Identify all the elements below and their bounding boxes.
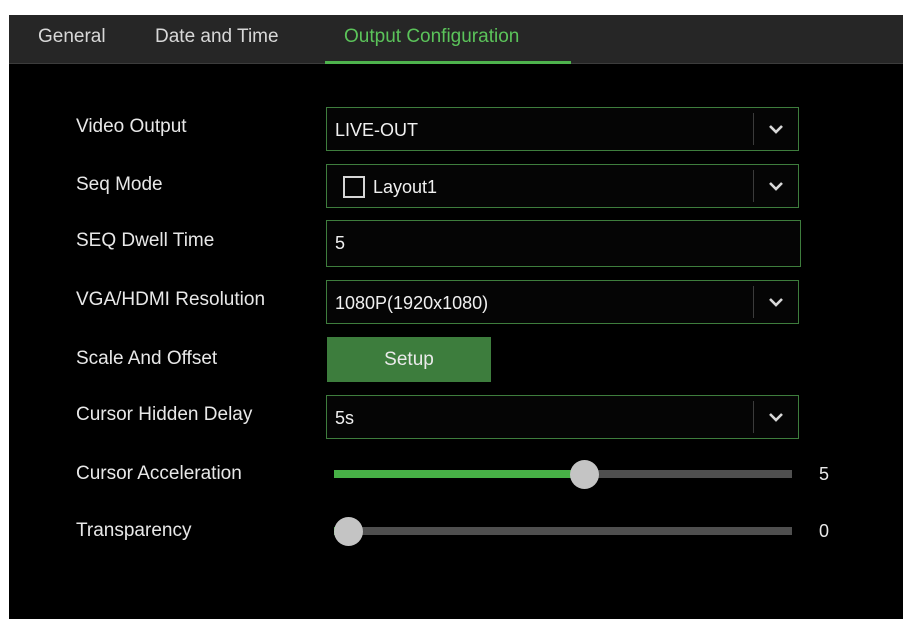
resolution-value: 1080P(1920x1080) (335, 293, 489, 313)
chevron-down-icon[interactable] (766, 409, 786, 425)
slider-track (334, 527, 792, 535)
transparency-label: Transparency (76, 520, 192, 541)
cursor-hidden-delay-value: 5s (335, 408, 355, 428)
cursor-acceleration-slider[interactable] (334, 459, 794, 489)
seq-mode-select[interactable]: Layout1 (326, 164, 799, 208)
transparency-value: 0 (819, 521, 830, 541)
chevron-down-icon[interactable] (766, 178, 786, 194)
transparency-slider[interactable] (333, 516, 794, 546)
video-output-select[interactable]: LIVE-OUT (326, 107, 799, 151)
seq-mode-label: Seq Mode (76, 174, 163, 195)
resolution-select[interactable]: 1080P(1920x1080) (326, 280, 799, 324)
output-configuration-panel: General Date and Time Output Configurati… (9, 15, 903, 619)
seq-dwell-time-label: SEQ Dwell Time (76, 230, 215, 251)
cursor-acceleration-label: Cursor Acceleration (76, 463, 242, 484)
video-output-label: Video Output (76, 116, 187, 137)
cursor-hidden-delay-select[interactable]: 5s (326, 395, 799, 439)
layout1-checkbox[interactable] (343, 176, 365, 198)
tab-date-and-time[interactable]: Date and Time (155, 15, 279, 64)
slider-fill (334, 470, 585, 478)
cursor-hidden-delay-label: Cursor Hidden Delay (76, 404, 253, 425)
layout1-label: Layout1 (373, 177, 438, 197)
select-divider (753, 286, 754, 318)
select-divider (753, 170, 754, 202)
setup-button[interactable]: Setup (327, 337, 491, 382)
chevron-down-icon[interactable] (766, 294, 786, 310)
tab-general[interactable]: General (38, 15, 106, 64)
tab-output-configuration[interactable]: Output Configuration (325, 15, 571, 64)
resolution-label: VGA/HDMI Resolution (76, 289, 266, 310)
select-divider (753, 401, 754, 433)
slider-thumb[interactable] (570, 460, 599, 489)
chevron-down-icon[interactable] (766, 121, 786, 137)
video-output-value: LIVE-OUT (335, 120, 419, 140)
slider-thumb[interactable] (333, 517, 363, 546)
tab-bar: General Date and Time Output Configurati… (9, 15, 903, 64)
scale-offset-label: Scale And Offset (76, 348, 218, 369)
select-divider (753, 113, 754, 145)
cursor-acceleration-value: 5 (819, 464, 830, 484)
seq-dwell-time-input[interactable] (326, 220, 801, 267)
